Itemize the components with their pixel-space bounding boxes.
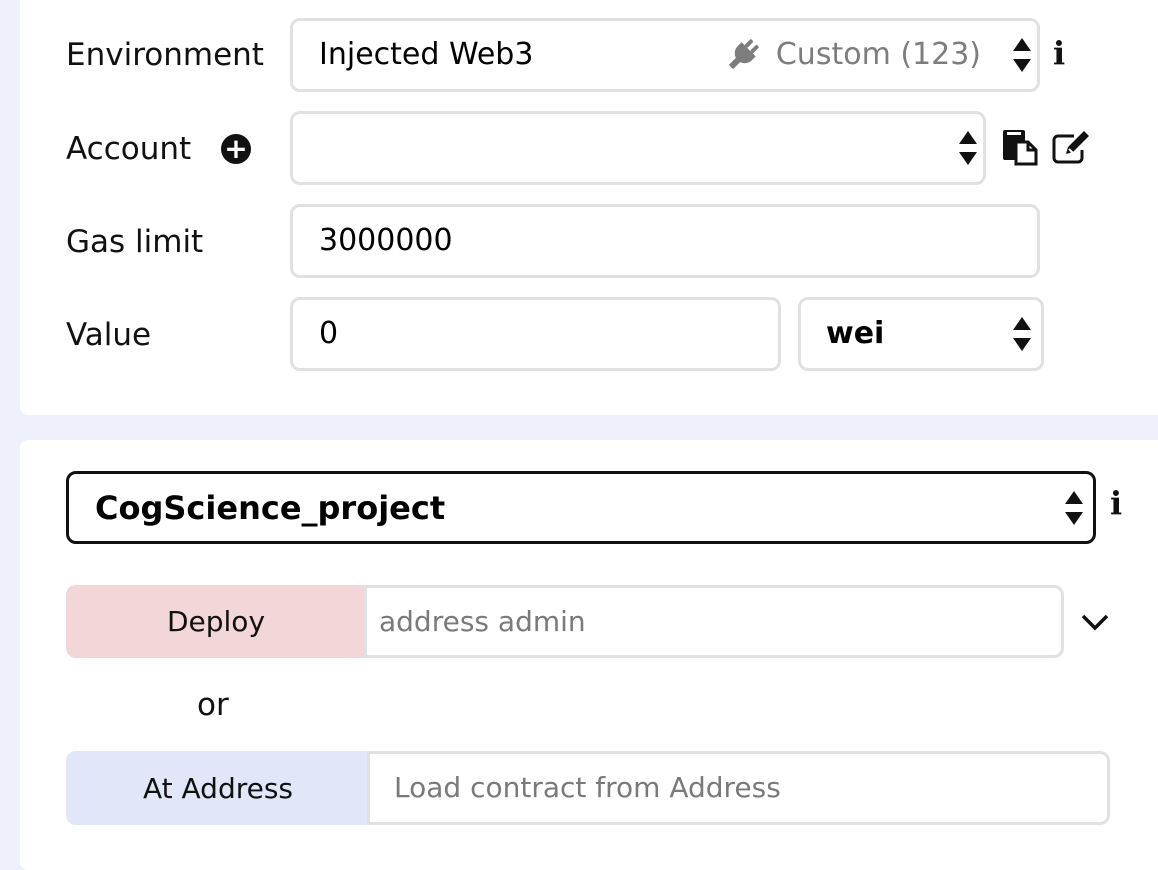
environment-label: Environment (66, 37, 264, 73)
contract-select[interactable]: CogScience_project (66, 471, 1096, 544)
plug-icon (728, 39, 759, 70)
value-input[interactable]: 0 (290, 297, 781, 371)
select-arrows-icon (1013, 38, 1031, 72)
deploy-button[interactable]: Deploy (66, 585, 366, 658)
value-unit-select[interactable]: wei (798, 297, 1044, 371)
environment-value: Injected Web3 (319, 37, 534, 72)
contract-value: CogScience_project (95, 488, 446, 527)
environment-select[interactable]: Injected Web3 Custom (123) (290, 18, 1040, 92)
deploy-args-input[interactable]: address admin (364, 585, 1064, 658)
value-label: Value (66, 317, 152, 353)
at-address-input[interactable]: Load contract from Address (367, 751, 1110, 825)
edit-icon[interactable] (1052, 130, 1092, 164)
value-amount: 0 (319, 316, 339, 351)
value-unit: wei (826, 316, 885, 351)
select-arrows-icon (1013, 317, 1031, 351)
deploy-args-placeholder: address admin (379, 604, 586, 638)
at-address-button[interactable]: At Address (66, 751, 370, 825)
environment-info-icon[interactable]: i (1053, 34, 1065, 72)
network-indicator: Custom (123) (724, 36, 981, 74)
gas-limit-label: Gas limit (66, 224, 204, 260)
contract-info-icon[interactable]: i (1110, 484, 1122, 522)
copy-icon[interactable] (1001, 128, 1039, 166)
plus-circle-icon[interactable]: + (221, 134, 251, 164)
account-select[interactable] (290, 111, 986, 185)
gas-limit-value: 3000000 (319, 223, 453, 258)
select-arrows-icon (959, 131, 977, 165)
network-name: Custom (123) (775, 37, 981, 72)
at-address-placeholder: Load contract from Address (394, 771, 781, 804)
account-label: Account (66, 131, 192, 167)
gas-limit-input[interactable]: 3000000 (290, 204, 1040, 278)
select-arrows-icon (1065, 491, 1083, 525)
chevron-down-icon[interactable] (1080, 612, 1110, 632)
or-label: or (197, 687, 229, 723)
